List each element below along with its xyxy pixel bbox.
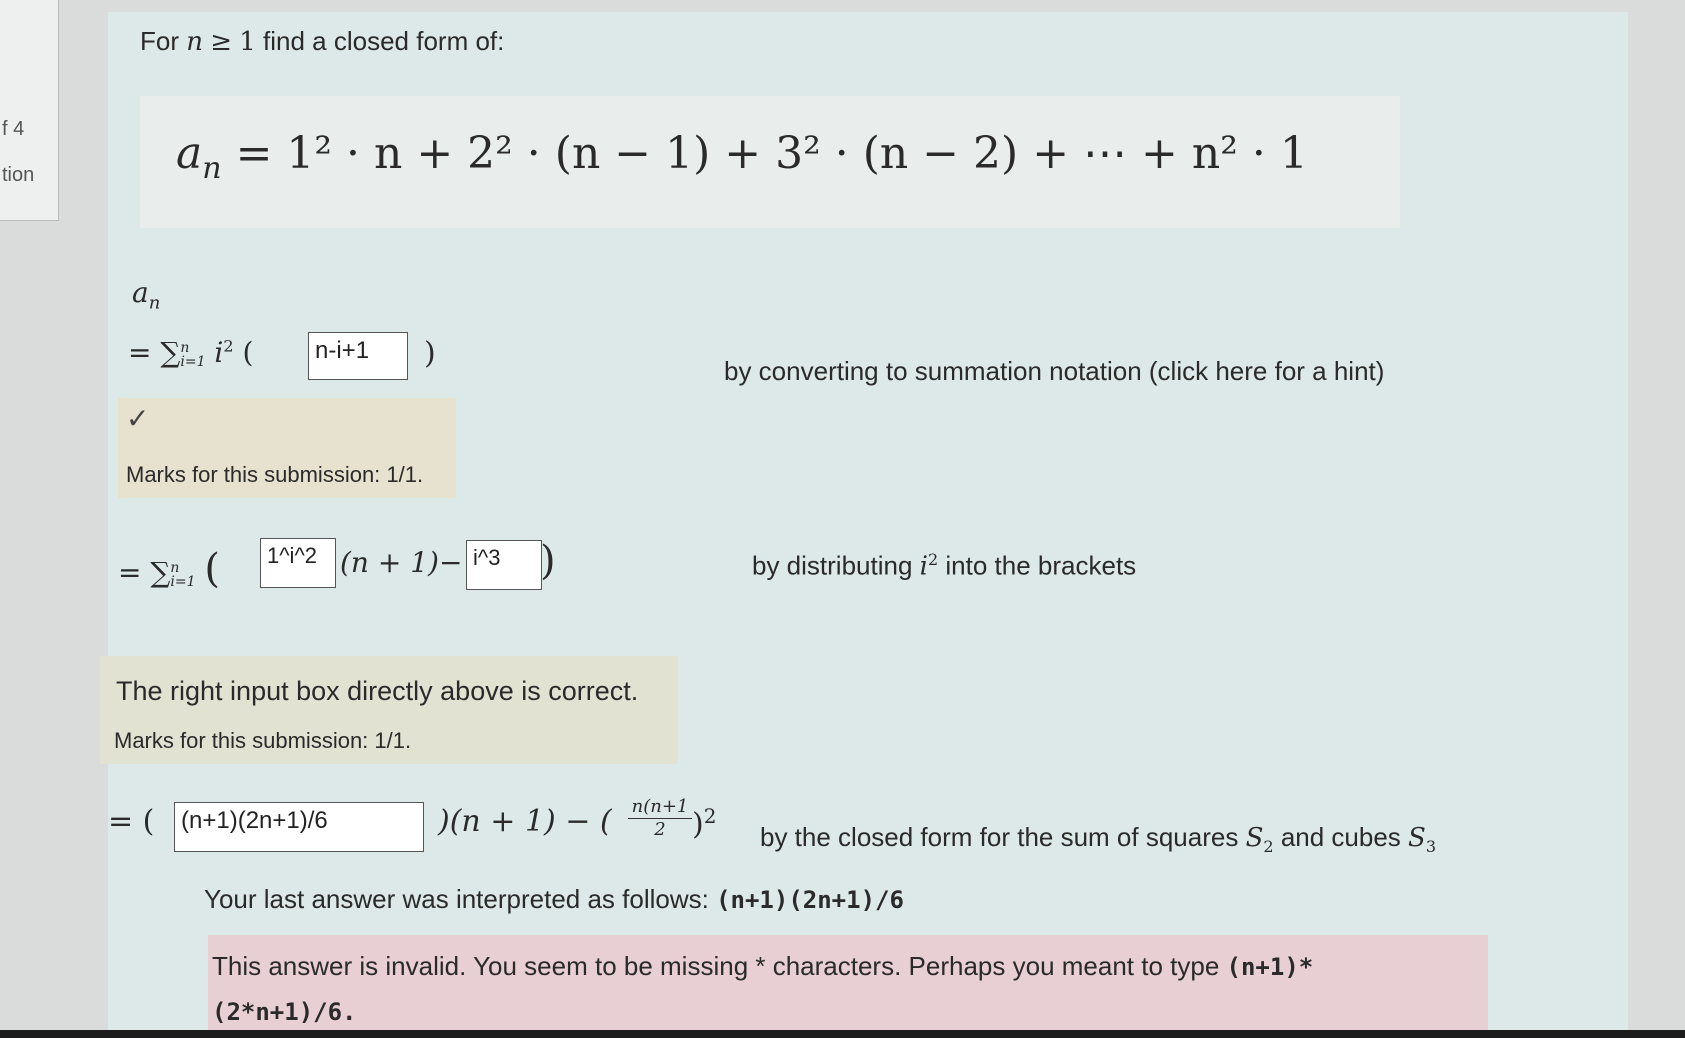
sidebar-text-2: tion (2, 164, 35, 186)
step3-prefix: = ( (108, 804, 155, 839)
marks-step1: Marks for this submission: 1/1. (126, 462, 424, 487)
step3-close: )2 (692, 804, 717, 842)
step1-explanation[interactable]: by converting to summation notation (cli… (724, 356, 1384, 387)
marks-step2: Marks for this submission: 1/1. (114, 728, 412, 753)
step1-lhs: an (132, 276, 161, 314)
answer-input-3[interactable]: i^3 (466, 540, 542, 590)
interpreted-line: Your last answer was interpreted as foll… (204, 884, 904, 914)
answer-input-4[interactable]: (n+1)(2n+1)/6 (174, 802, 424, 852)
correct-message: The right input box directly above is co… (116, 676, 639, 706)
main-formula: an = 1² · n + 2² · (n − 1) + 3² · (n − 2… (176, 128, 1308, 186)
screen-bottom-edge (0, 1030, 1685, 1038)
check-mark-icon: ✓ (126, 403, 150, 434)
sidebar-text-1: f 4 (2, 118, 25, 140)
step3-fraction: n(n+1 2 (628, 796, 692, 841)
step3-middle: )(n + 1) − ( (438, 804, 612, 839)
step2-explanation: by distributing i2 into the brackets (752, 550, 1137, 582)
left-sidebar: f 4 tion (0, 0, 59, 221)
answer-input-2[interactable]: 1^i^2 (260, 538, 336, 588)
step1-sum: = ∑ n i=1 i2 ( (128, 336, 254, 370)
question-intro: For n ≥ 1 find a closed form of: (140, 26, 505, 57)
step2-sum: = ∑ n i=1 ( (118, 546, 220, 592)
invalid-message: This answer is invalid. You seem to be m… (212, 951, 1314, 1026)
step1-close-paren: ) (424, 336, 436, 371)
answer-input-1[interactable]: n-i+1 (308, 332, 408, 380)
step2-middle: (n + 1)− (340, 546, 463, 579)
step2-close-paren: ) (540, 538, 556, 584)
step3-explanation: by the closed form for the sum of square… (760, 822, 1437, 857)
